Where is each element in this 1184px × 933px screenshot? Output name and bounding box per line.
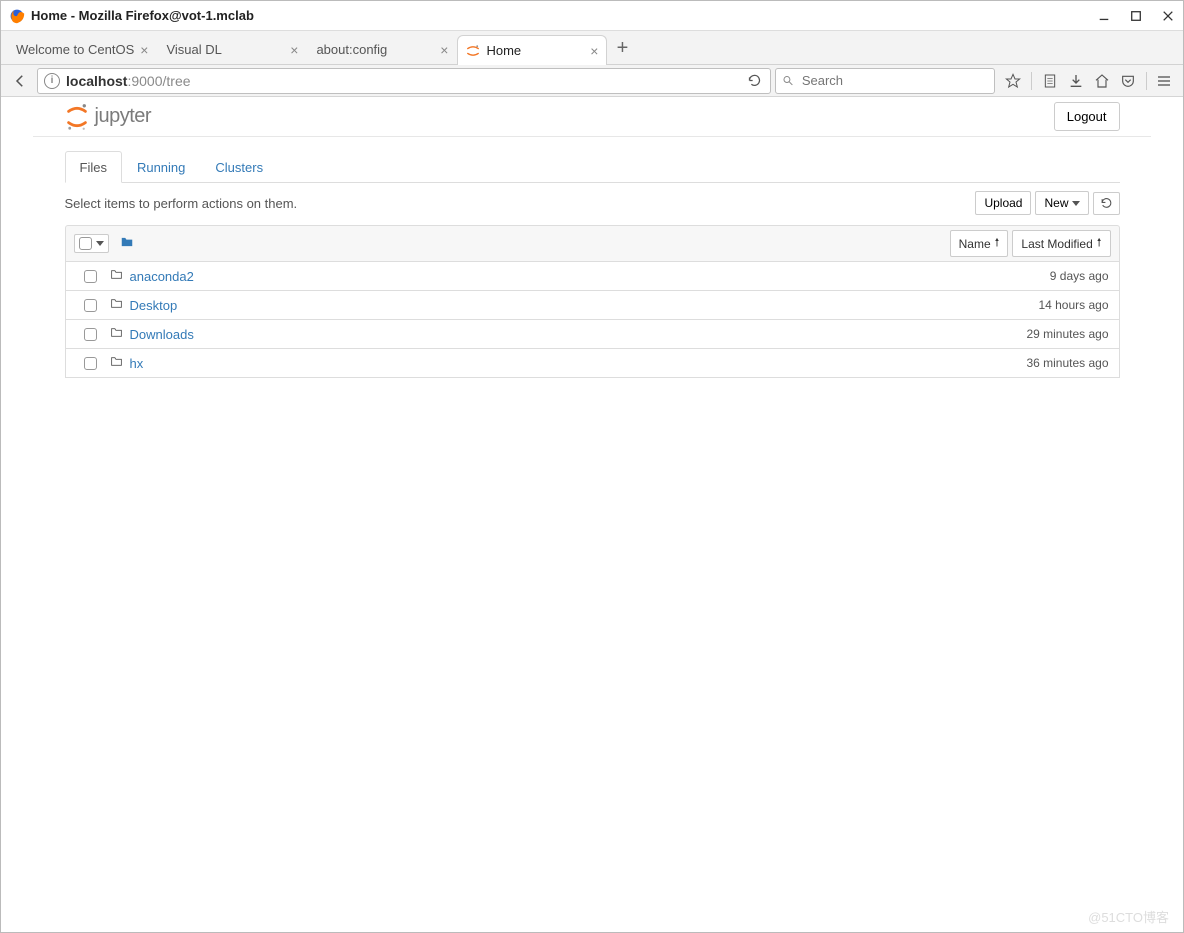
reload-button[interactable] <box>744 71 764 91</box>
tab-close-icon[interactable]: × <box>140 42 148 58</box>
tab-label: about:config <box>316 42 434 57</box>
file-name-link[interactable]: hx <box>130 356 144 371</box>
tab-label: Welcome to CentOS <box>16 42 134 57</box>
new-button-label: New <box>1044 196 1068 210</box>
file-row[interactable]: hx 36 minutes ago <box>65 349 1120 378</box>
jupyter-logo[interactable]: jupyter <box>65 103 152 131</box>
search-icon <box>782 74 794 87</box>
file-modified: 9 days ago <box>1050 269 1109 283</box>
browser-tab-0[interactable]: Welcome to CentOS × <box>7 34 157 64</box>
page-content: jupyter Logout Files Running Clusters Se… <box>1 97 1183 932</box>
file-row[interactable]: Downloads 29 minutes ago <box>65 320 1120 349</box>
window-title: Home - Mozilla Firefox@vot-1.mclab <box>31 8 254 23</box>
refresh-button[interactable] <box>1093 192 1120 215</box>
window-titlebar: Home - Mozilla Firefox@vot-1.mclab <box>1 1 1183 31</box>
browser-tab-2[interactable]: about:config × <box>307 34 457 64</box>
watermark: @51CTO博客 <box>1088 907 1169 926</box>
checkbox[interactable] <box>84 299 97 312</box>
hamburger-menu[interactable] <box>1151 68 1177 94</box>
checkbox-icon <box>79 237 92 250</box>
search-field[interactable] <box>775 68 995 94</box>
window-controls <box>1097 9 1175 23</box>
checkbox[interactable] <box>84 357 97 370</box>
folder-icon <box>109 268 124 284</box>
address-bar[interactable]: i localhost:9000/tree <box>37 68 771 94</box>
folder-icon <box>109 326 124 342</box>
new-button[interactable]: New <box>1035 191 1088 215</box>
home-icon[interactable] <box>1094 73 1110 89</box>
hint-text: Select items to perform actions on them. <box>65 196 298 211</box>
select-all-dropdown[interactable] <box>74 234 109 253</box>
info-icon[interactable]: i <box>44 73 60 89</box>
tab-close-icon[interactable]: × <box>290 42 298 58</box>
separator <box>1031 72 1032 90</box>
close-button[interactable] <box>1161 9 1175 23</box>
maximize-button[interactable] <box>1129 9 1143 23</box>
checkbox[interactable] <box>84 328 97 341</box>
breadcrumb-root[interactable] <box>119 235 135 252</box>
logout-button[interactable]: Logout <box>1054 102 1120 131</box>
firefox-icon <box>9 8 25 24</box>
tab-strip: Welcome to CentOS × Visual DL × about:co… <box>1 31 1183 65</box>
navbar: i localhost:9000/tree <box>1 65 1183 97</box>
tab-clusters[interactable]: Clusters <box>200 151 278 183</box>
jupyter-header: jupyter Logout <box>33 97 1151 137</box>
jupyter-tabs: Files Running Clusters <box>65 151 1120 183</box>
tab-close-icon[interactable]: × <box>590 43 598 59</box>
pocket-icon[interactable] <box>1120 73 1136 89</box>
sort-modified-button[interactable]: Last Modified 🠕 <box>1012 230 1110 257</box>
jupyter-icon <box>65 103 89 131</box>
folder-icon <box>109 297 124 313</box>
search-input[interactable] <box>800 72 988 89</box>
separator <box>1146 72 1147 90</box>
jupyter-icon <box>466 44 480 58</box>
new-tab-button[interactable]: + <box>607 37 637 64</box>
file-row[interactable]: anaconda2 9 days ago <box>65 262 1120 291</box>
toolbar-icons <box>999 72 1142 90</box>
file-name-link[interactable]: anaconda2 <box>130 269 194 284</box>
tab-running[interactable]: Running <box>122 151 200 183</box>
caret-down-icon <box>96 241 104 246</box>
action-row: Select items to perform actions on them.… <box>65 183 1120 225</box>
file-row[interactable]: Desktop 14 hours ago <box>65 291 1120 320</box>
jupyter-logo-text: jupyter <box>95 105 152 128</box>
caret-down-icon <box>1072 201 1080 206</box>
file-modified: 36 minutes ago <box>1026 356 1108 370</box>
reader-icon[interactable] <box>1042 73 1058 89</box>
tab-files[interactable]: Files <box>65 151 122 183</box>
listing-header: Name 🠕 Last Modified 🠕 <box>65 225 1120 262</box>
bookmark-star-icon[interactable] <box>1005 73 1021 89</box>
downloads-icon[interactable] <box>1068 73 1084 89</box>
folder-icon <box>119 235 135 249</box>
upload-button[interactable]: Upload <box>975 191 1031 215</box>
file-modified: 14 hours ago <box>1038 298 1108 312</box>
minimize-button[interactable] <box>1097 9 1111 23</box>
checkbox[interactable] <box>84 270 97 283</box>
browser-tab-1[interactable]: Visual DL × <box>157 34 307 64</box>
tab-label: Home <box>486 43 584 58</box>
back-button[interactable] <box>7 68 33 94</box>
refresh-icon <box>1100 197 1113 210</box>
tab-label: Visual DL <box>166 42 284 57</box>
url-text: localhost:9000/tree <box>66 73 191 89</box>
file-modified: 29 minutes ago <box>1026 327 1108 341</box>
tab-close-icon[interactable]: × <box>440 42 448 58</box>
file-list: anaconda2 9 days ago Desktop 14 hours ago Do… <box>65 262 1120 378</box>
file-name-link[interactable]: Desktop <box>130 298 178 313</box>
folder-icon <box>109 355 124 371</box>
file-name-link[interactable]: Downloads <box>130 327 194 342</box>
sort-name-button[interactable]: Name 🠕 <box>950 230 1009 257</box>
browser-tab-3[interactable]: Home × <box>457 35 607 65</box>
arrow-up-icon: 🠕 <box>995 234 1000 253</box>
arrow-up-icon: 🠕 <box>1097 234 1102 253</box>
